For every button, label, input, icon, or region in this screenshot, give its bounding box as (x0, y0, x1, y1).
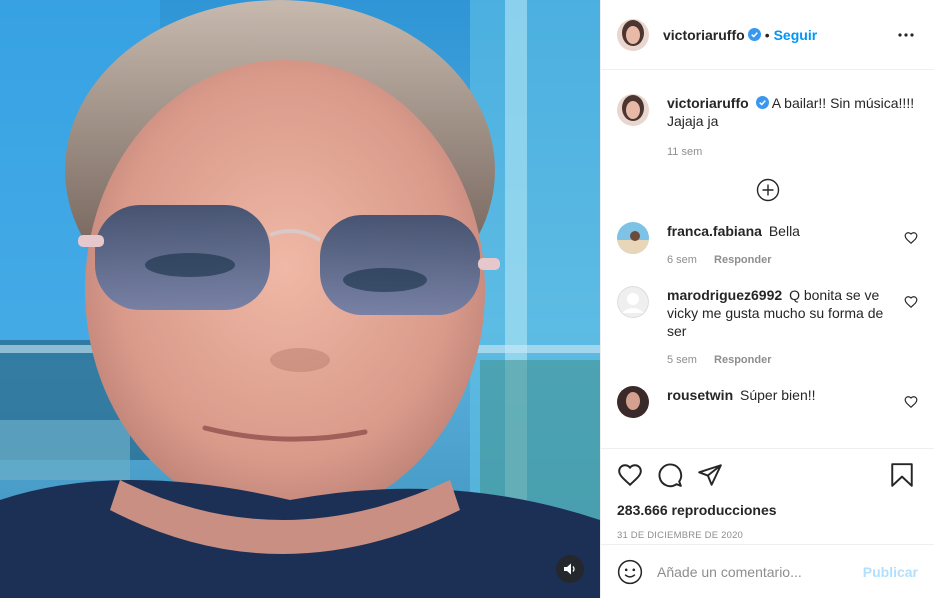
commenter-avatar[interactable] (617, 286, 649, 318)
commenter-avatar[interactable] (617, 386, 649, 418)
publish-comment-button[interactable]: Publicar (863, 564, 918, 580)
follow-button[interactable]: Seguir (774, 27, 818, 43)
reply-button[interactable]: Responder (714, 254, 771, 266)
post-video[interactable] (0, 0, 600, 598)
comment-age[interactable]: 5 sem (667, 354, 697, 366)
comment-icon (658, 463, 683, 488)
verified-badge-icon (755, 96, 769, 109)
verified-badge-icon (747, 28, 761, 41)
comment-like-icon[interactable] (904, 231, 918, 245)
more-options-icon (898, 32, 914, 37)
sound-toggle-button[interactable] (556, 555, 584, 583)
emoji-icon[interactable] (617, 559, 643, 585)
comment-item: marodriguez6992 Q bonita se ve vicky me … (617, 286, 918, 366)
author-avatar[interactable] (617, 18, 649, 51)
post-caption: victoriaruffo A bailar!! Sin música!!!! … (617, 70, 918, 158)
share-button[interactable] (697, 461, 725, 489)
post-header: victoriaruffo • Seguir (601, 0, 934, 70)
more-options-button[interactable] (894, 23, 918, 47)
video-frame (0, 0, 600, 598)
caption-author-avatar[interactable] (617, 94, 649, 126)
comment-age[interactable]: 6 sem (667, 254, 697, 266)
post-date[interactable]: 31 DE DICIEMBRE DE 2020 (617, 530, 918, 541)
comments-list[interactable]: victoriaruffo A bailar!! Sin música!!!! … (601, 70, 934, 448)
comment-username[interactable]: marodriguez6992 (667, 287, 782, 303)
comment-text: Súper bien!! (740, 387, 816, 403)
caption-username[interactable]: victoriaruffo (667, 95, 749, 111)
paper-plane-icon (698, 464, 722, 486)
comment-input[interactable] (657, 563, 863, 580)
save-button[interactable] (890, 461, 918, 489)
author-username[interactable]: victoriaruffo (663, 27, 745, 43)
comment-username[interactable]: franca.fabiana (667, 223, 762, 239)
speaker-icon (564, 563, 575, 575)
add-comment-bar: Publicar (601, 544, 934, 598)
caption-age[interactable]: 11 sem (667, 146, 702, 158)
comment-like-icon[interactable] (904, 395, 918, 409)
comment-button[interactable] (657, 461, 685, 489)
plus-circle-icon (756, 178, 779, 202)
bookmark-icon (891, 463, 913, 487)
comment-text: Bella (768, 223, 800, 239)
separator-dot: • (764, 26, 770, 43)
view-count[interactable]: 283.666 reproducciones (617, 502, 918, 518)
heart-icon (618, 464, 642, 487)
reply-button[interactable]: Responder (714, 354, 771, 366)
comment-item: rousetwin Súper bien!! (617, 386, 918, 418)
comment-item: franca.fabiana Bella 6 sem Responder (617, 222, 918, 266)
like-button[interactable] (617, 461, 645, 489)
commenter-avatar[interactable] (617, 222, 649, 254)
post-side-panel: victoriaruffo • Seguir victoriaruffo A b… (600, 0, 934, 598)
comment-like-icon[interactable] (904, 295, 918, 309)
comment-username[interactable]: rousetwin (667, 387, 733, 403)
action-icons-row (617, 457, 918, 493)
instagram-post: victoriaruffo • Seguir victoriaruffo A b… (0, 0, 934, 598)
post-actions: 283.666 reproducciones 31 DE DICIEMBRE D… (601, 448, 934, 544)
load-more-comments-button[interactable] (617, 178, 918, 204)
